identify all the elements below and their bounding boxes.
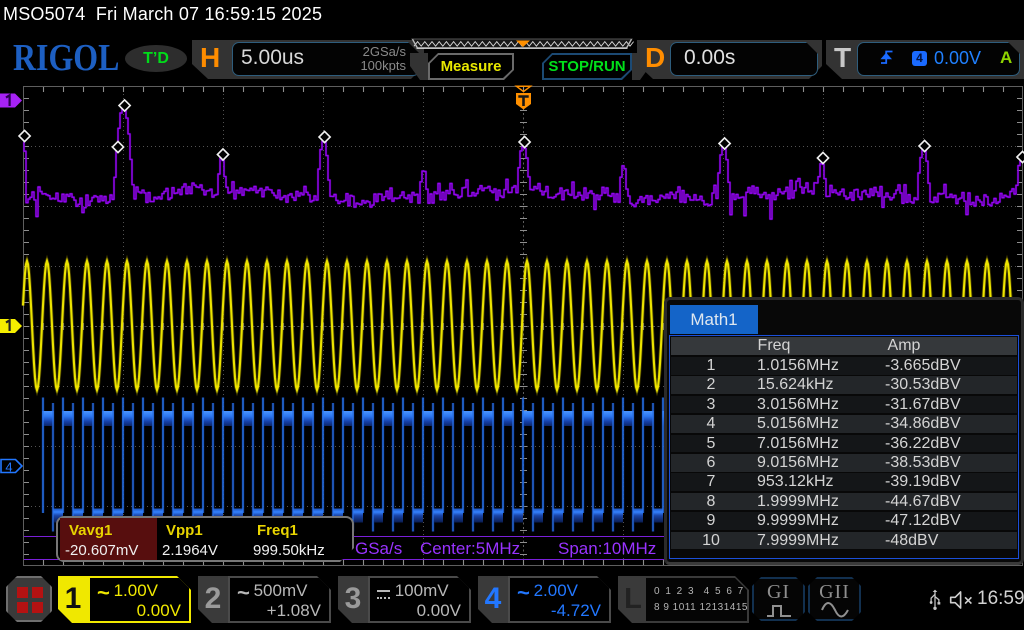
svg-text:4: 4 [5,460,12,475]
